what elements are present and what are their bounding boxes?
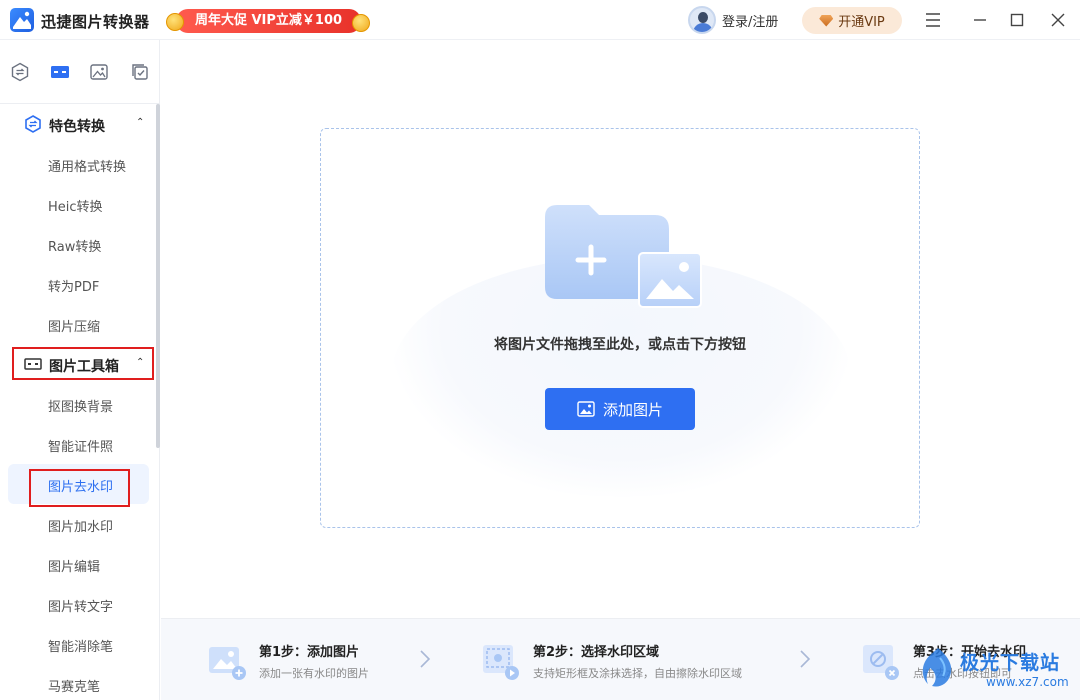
step-title: 第1步：添加图片 — [259, 645, 360, 660]
app-logo-icon — [10, 8, 34, 32]
sidebar-item-compress[interactable]: 图片压缩 — [8, 304, 149, 344]
toolbox-section-icon — [24, 355, 42, 373]
batch-category-icon[interactable] — [130, 62, 150, 82]
section-label: 图片工具箱 — [49, 359, 119, 375]
step-desc: 添加一张有水印的图片 — [259, 667, 369, 680]
section-feature-convert[interactable]: 特色转换 ⌃ — [0, 104, 156, 144]
chevron-right-icon — [799, 649, 811, 669]
promo-text[interactable]: 周年大促 VIP立减￥100 — [176, 9, 361, 33]
sidebar-item-mosaic[interactable]: 马赛克笔 — [8, 664, 149, 700]
section-label: 特色转换 — [49, 119, 105, 135]
add-image-button[interactable]: 添加图片 — [545, 388, 695, 430]
add-image-step-icon — [207, 641, 247, 681]
login-register-button[interactable]: 登录/注册 — [688, 6, 778, 34]
folder-add-icon — [545, 205, 705, 319]
menu-icon[interactable] — [923, 10, 943, 30]
sidebar-item-raw[interactable]: Raw转换 — [8, 224, 149, 264]
convert-section-icon — [24, 115, 42, 133]
sidebar-item-ocr[interactable]: 图片转文字 — [8, 584, 149, 624]
step-2: 第2步：选择水印区域 支持矩形框及涂抹选择，自由擦除水印区域 — [481, 639, 781, 683]
convert-category-icon[interactable] — [10, 62, 30, 82]
remove-watermark-step-icon — [861, 641, 901, 681]
watermark-url: www.xz7.com — [986, 675, 1069, 689]
select-area-step-icon — [481, 641, 521, 681]
sidebar-item-remove-watermark[interactable]: 图片去水印 — [8, 464, 149, 504]
app-title: 迅捷图片转换器 — [41, 13, 150, 31]
maximize-icon[interactable] — [1007, 10, 1027, 30]
chevron-up-icon[interactable]: ⌃ — [136, 357, 144, 368]
toolbox-category-icon[interactable] — [50, 62, 70, 82]
sidebar: 特色转换 ⌃ 通用格式转换 Heic转换 Raw转换 转为PDF 图片压缩 图片… — [0, 40, 160, 700]
step-1: 第1步：添加图片 添加一张有水印的图片 — [207, 639, 437, 683]
image-category-icon[interactable] — [89, 62, 109, 82]
open-vip-button[interactable]: 开通VIP — [802, 7, 902, 34]
avatar-icon — [688, 6, 716, 34]
coin-icon — [352, 14, 370, 32]
image-icon — [577, 401, 595, 417]
minimize-icon[interactable] — [970, 10, 990, 30]
vip-label[interactable]: 开通VIP — [838, 11, 885, 30]
site-watermark: 极光下载站 www.xz7.com — [910, 640, 1080, 700]
watermark-title: 极光下载站 — [960, 652, 1061, 674]
step-desc: 支持矩形框及涂抹选择，自由擦除水印区域 — [533, 667, 742, 680]
coin-icon — [166, 13, 184, 31]
sidebar-item-heic[interactable]: Heic转换 — [8, 184, 149, 224]
add-image-label[interactable]: 添加图片 — [603, 399, 663, 420]
sidebar-item-general-format[interactable]: 通用格式转换 — [8, 144, 149, 184]
drop-zone[interactable]: 将图片文件拖拽至此处，或点击下方按钮 添加图片 — [320, 128, 920, 528]
drop-hint-text: 将图片文件拖拽至此处，或点击下方按钮 — [494, 337, 746, 353]
sidebar-item-edit[interactable]: 图片编辑 — [8, 544, 149, 584]
sidebar-item-id-photo[interactable]: 智能证件照 — [8, 424, 149, 464]
sidebar-item-eraser[interactable]: 智能消除笔 — [8, 624, 149, 664]
close-icon[interactable] — [1048, 10, 1068, 30]
promo-banner[interactable]: 周年大促 VIP立减￥100 — [166, 8, 370, 34]
chevron-up-icon[interactable]: ⌃ — [136, 117, 144, 128]
step-title: 第2步：选择水印区域 — [533, 645, 660, 660]
sidebar-scrollbar[interactable] — [156, 104, 160, 448]
sidebar-item-add-watermark[interactable]: 图片加水印 — [8, 504, 149, 544]
title-bar: 迅捷图片转换器 周年大促 VIP立减￥100 登录/注册 开通VIP — [0, 0, 1080, 40]
vip-gem-icon — [819, 14, 834, 27]
watermark-logo-icon — [922, 648, 952, 687]
sidebar-item-to-pdf[interactable]: 转为PDF — [8, 264, 149, 304]
sidebar-category-icons — [0, 40, 160, 104]
login-label[interactable]: 登录/注册 — [722, 11, 778, 30]
section-image-toolbox[interactable]: 图片工具箱 ⌃ — [0, 344, 156, 384]
sidebar-item-cutout[interactable]: 抠图换背景 — [8, 384, 149, 424]
chevron-right-icon — [419, 649, 431, 669]
main-content: 将图片文件拖拽至此处，或点击下方按钮 添加图片 — [161, 40, 1080, 618]
